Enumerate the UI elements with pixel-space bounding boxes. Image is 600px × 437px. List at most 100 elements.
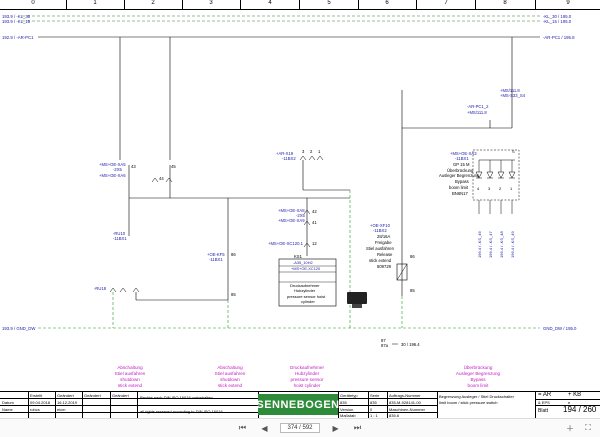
sensor-name-de2: Hubzylinder [294,288,316,293]
next-page-icon[interactable]: ▶ [330,422,342,434]
tb-serie-label: Serie [370,393,380,398]
pin-3: 3 [302,149,305,154]
tb-datum-2: 16.12.2019 [57,400,78,405]
signal-kl15-right: -KL_15 / 195.0 [543,19,572,24]
tb-erstellt: Erstellt [30,393,43,398]
label-x19b: -11BX2 [282,156,296,161]
label-ms-pc1b: +MS/111.8 [467,110,487,115]
label-xf10b: -11BX2 [373,228,387,233]
caption-2-l2: Stiel ausfahren [215,371,246,376]
tb-rights-en: all rights reserved according to DIN ISO… [140,409,223,414]
tb-geaendert-3: Geändert [112,393,129,398]
caption-4-l3: Bypass [470,377,486,382]
signal-gnd-left: 193.9 / GND_DW [2,326,36,331]
caption-4-l2: Ausleger Begrenzung [456,371,501,376]
label-ubr3: Bypass [455,179,469,184]
diode-array [475,159,516,179]
tb-rights-de: Rechte nach DIN ISO 16016 vorbehalten [140,395,213,400]
relay-text-4: Release [377,252,393,257]
tb-kb: + KB [568,392,582,398]
label-xc120: +MS+OE-XC120.1 [268,241,304,246]
relay-ref: 30 / 196.4 [401,342,420,347]
signal-kl15-left: 193.9 / -KL_15 [2,19,31,24]
caption-2-l1: Abschaltung [217,365,243,370]
label-ru18: -RU18 [94,286,107,291]
pin-42: 42 [312,209,317,214]
diode-pin: 4 [477,186,480,191]
label-ubr5: BN6N17 [452,191,468,196]
fit-page-icon[interactable]: ⛶ [582,422,594,434]
label-ru10b: -11BX1 [113,236,127,241]
last-page-icon[interactable]: ⏭ [352,422,364,434]
tb-auftrag-label: Auftrags-Nummer [389,393,421,398]
tb-desc-de: Begrenzung Ausleger / Stiel Druckschalte… [439,394,514,399]
tb-ar: = AR [538,392,552,398]
caption-3-l2: Hubzylinder [295,371,320,376]
label-xa5-2: -2X5 [113,167,123,172]
caption-2-l4: stick extend [218,383,243,388]
svg-text:S: S [512,149,515,154]
pin-41: 41 [312,220,317,225]
diode-pin: 1 [510,186,513,191]
label-oekf5b: -11BX1 [209,257,223,262]
pin-1: 1 [318,149,321,154]
tb-maschine-label: Maschinen-Nummer [389,407,426,412]
ks1-wire-1: -A35_10H2 [293,260,313,265]
wiring-diagram: 193.9 / -KL_30 193.9 / -KL_15 -KL_30 / 1… [2,14,577,388]
label-gp15: GP 15 M [453,162,470,167]
schematic-sheet: 0 1 2 3 4 5 6 7 8 9 193.9 / -KL_30 193.9… [0,0,600,419]
tb-eps: & EPS [538,400,550,405]
vertical-ref: 196.4 / -KS_46 [477,231,482,258]
pin-85-left: 85 [231,292,236,297]
label-xa3b: -11BX1 [455,156,469,161]
tb-version: 0 [370,407,373,412]
caption-2-l3: shutdown [220,377,240,382]
relay-text-3: Stiel ausfahren [366,246,395,251]
tb-name-label: Name [2,407,13,412]
caption-3-l1: Druckaufnehmer [290,365,324,370]
tb-geraetetyp-label: Gerätetyp [340,393,358,398]
signal-gnd-right: GND_DW / 195.0 [543,326,577,331]
pin-85: 85 [410,288,415,293]
tb-auftrag: 835-M-928141-00 [389,400,421,405]
vertical-ref: 196.4 / -KS_48 [499,231,504,258]
vertical-ref: 196.4 / -KS_47 [488,231,493,258]
tb-name-1: rohcs [30,407,40,412]
tb-name-2: eicm [57,407,66,412]
caption-4-l1: Überbrückung [464,364,493,370]
label-ms111-s4: +MS-S33_S4 [500,93,526,98]
diode-pin: 2 [499,186,502,191]
pin-43: 43 [131,164,136,169]
caption-4-l4: boom limit [468,383,490,388]
pin-45: 45 [171,164,176,169]
relay-text-6: 809729 [377,264,392,269]
sheet-number: 194 / 260 [563,405,597,414]
tb-desc-en: limit boom / stick pressure switch [439,400,498,405]
tb-geaendert-2: Geändert [84,393,101,398]
caption-1-l2: Stiel ausfahren [115,371,146,376]
logo-text: SENNEBOGEN [256,398,340,411]
caption-1-l1: Abschaltung [117,365,143,370]
pin-87a: 87a [381,343,389,348]
sennebogen-logo: SENNEBOGEN [256,394,340,415]
first-page-icon[interactable]: ⏮ [236,422,248,434]
pdf-toolbar: ⏮ ◀ 374 / 592 ▶ ⏭ ＋ ⛶ [0,418,600,437]
pin-12: 12 [312,241,317,246]
caption-1-l3: shutdown [120,377,140,382]
page-indicator[interactable]: 374 / 592 [280,423,320,433]
pin-2: 2 [310,149,313,154]
tb-version-label: Version [340,407,354,412]
tb-datum-1: 09.04.2018 [30,400,51,405]
relay-text-2: Freigabe [375,240,392,245]
tb-datum-label: Datum [2,400,14,405]
diode-pin: 3 [488,186,491,191]
caption-3-l3: pressure sensor [291,377,324,382]
prev-page-icon[interactable]: ◀ [258,422,270,434]
label-ks1: KS1 [294,254,303,259]
label-ms-pc1: -AR-PC1_2 [467,104,489,109]
zoom-in-icon[interactable]: ＋ [564,422,576,434]
label-ubr2: Ausleger Begrenzung [439,173,480,178]
pin-86-left: 86 [231,252,236,257]
sensor-name-en2: cylinder [301,299,315,304]
label-ubr4: boom limit [449,185,469,190]
